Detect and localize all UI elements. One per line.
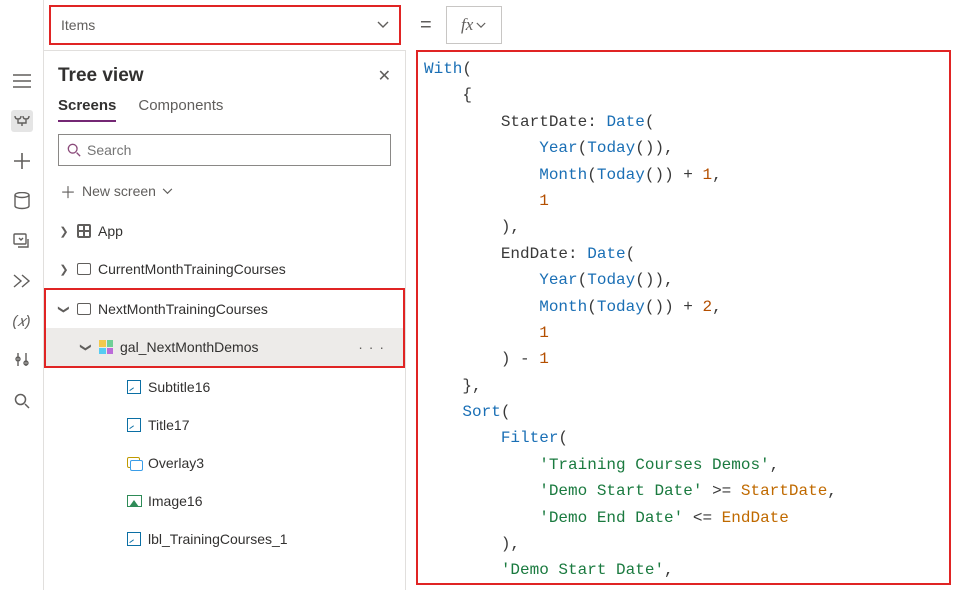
chevron-down-icon xyxy=(377,21,389,29)
chevron-down-icon: ❯ xyxy=(58,303,71,315)
close-icon[interactable]: ✕ xyxy=(378,66,391,86)
screen-icon xyxy=(76,301,92,317)
label-icon xyxy=(126,531,142,547)
tree-node-current-month[interactable]: ❯ CurrentMonthTrainingCourses xyxy=(44,250,405,288)
tree-column: Items Tree view ✕ Screens Components xyxy=(44,0,406,590)
label-icon xyxy=(126,379,142,395)
gallery-icon xyxy=(98,339,114,355)
chevron-down-icon xyxy=(162,188,173,195)
tree-node-label: App xyxy=(98,223,391,239)
variables-icon[interactable]: (𝑥) xyxy=(11,310,33,332)
equals-label: = xyxy=(406,14,446,37)
tree-node-next-month[interactable]: ❯ NextMonthTrainingCourses xyxy=(46,290,403,328)
tree-node-label: CurrentMonthTrainingCourses xyxy=(98,261,391,277)
advanced-tools-icon[interactable] xyxy=(11,350,33,372)
tab-components[interactable]: Components xyxy=(138,97,223,122)
overlay-icon xyxy=(126,455,142,471)
property-dropdown-label: Items xyxy=(61,17,95,33)
tree-node-subtitle[interactable]: Subtitle16 xyxy=(44,368,405,406)
screen-icon xyxy=(76,261,92,277)
tree-view-title: Tree view xyxy=(58,65,144,87)
hamburger-icon[interactable] xyxy=(11,70,33,92)
fx-label: fx xyxy=(461,15,473,35)
chevron-right-icon: ❯ xyxy=(58,225,70,238)
search-icon xyxy=(67,143,81,157)
image-icon xyxy=(126,493,142,509)
more-icon[interactable]: · · · xyxy=(354,339,389,355)
search-rail-icon[interactable] xyxy=(11,390,33,412)
tab-screens[interactable]: Screens xyxy=(58,97,116,122)
tree-view-icon[interactable] xyxy=(11,110,33,132)
insert-icon[interactable] xyxy=(11,150,33,172)
fx-button[interactable]: fx xyxy=(446,6,502,44)
property-dropdown[interactable]: Items xyxy=(49,5,401,45)
tree-node-gallery[interactable]: ❯ gal_NextMonthDemos · · · xyxy=(46,328,403,366)
tree-node-label: Image16 xyxy=(148,493,391,509)
left-rail: (𝑥) xyxy=(0,0,44,590)
highlight-box: ❯ NextMonthTrainingCourses ❯ gal_NextMon… xyxy=(44,288,405,368)
media-icon[interactable] xyxy=(11,230,33,252)
tree-node-label: Title17 xyxy=(148,417,391,433)
tree-node-lbl-training[interactable]: lbl_TrainingCourses_1 xyxy=(44,520,405,558)
tree-node-image16[interactable]: Image16 xyxy=(44,482,405,520)
tree-node-label: lbl_TrainingCourses_1 xyxy=(148,531,391,547)
app-icon xyxy=(76,223,92,239)
tree-node-title17[interactable]: Title17 xyxy=(44,406,405,444)
search-input[interactable] xyxy=(87,142,382,158)
tree-node-label: Overlay3 xyxy=(148,455,391,471)
new-screen-button[interactable]: ＋ New screen xyxy=(58,176,391,206)
tree-node-label: NextMonthTrainingCourses xyxy=(98,301,389,317)
formula-editor[interactable]: With( { StartDate: Date( Year(Today()), … xyxy=(416,50,951,585)
tree-node-label: Subtitle16 xyxy=(148,379,391,395)
tree-node-overlay[interactable]: Overlay3 xyxy=(44,444,405,482)
chevron-right-icon: ❯ xyxy=(58,263,70,276)
chevron-down-icon xyxy=(476,22,486,29)
formula-column: = fx With( { StartDate: Date( Year(Today… xyxy=(406,0,956,590)
tree-node-app[interactable]: ❯ App xyxy=(44,212,405,250)
tree-list: ❯ App ❯ CurrentMonthTrainingCourses ❯ Ne… xyxy=(44,212,405,558)
tree-node-label: gal_NextMonthDemos xyxy=(120,339,354,355)
power-automate-icon[interactable] xyxy=(11,270,33,292)
label-icon xyxy=(126,417,142,433)
chevron-down-icon: ❯ xyxy=(80,341,93,353)
plus-icon: ＋ xyxy=(60,179,76,203)
new-screen-label: New screen xyxy=(82,183,156,199)
data-icon[interactable] xyxy=(11,190,33,212)
tree-search[interactable] xyxy=(58,134,391,166)
